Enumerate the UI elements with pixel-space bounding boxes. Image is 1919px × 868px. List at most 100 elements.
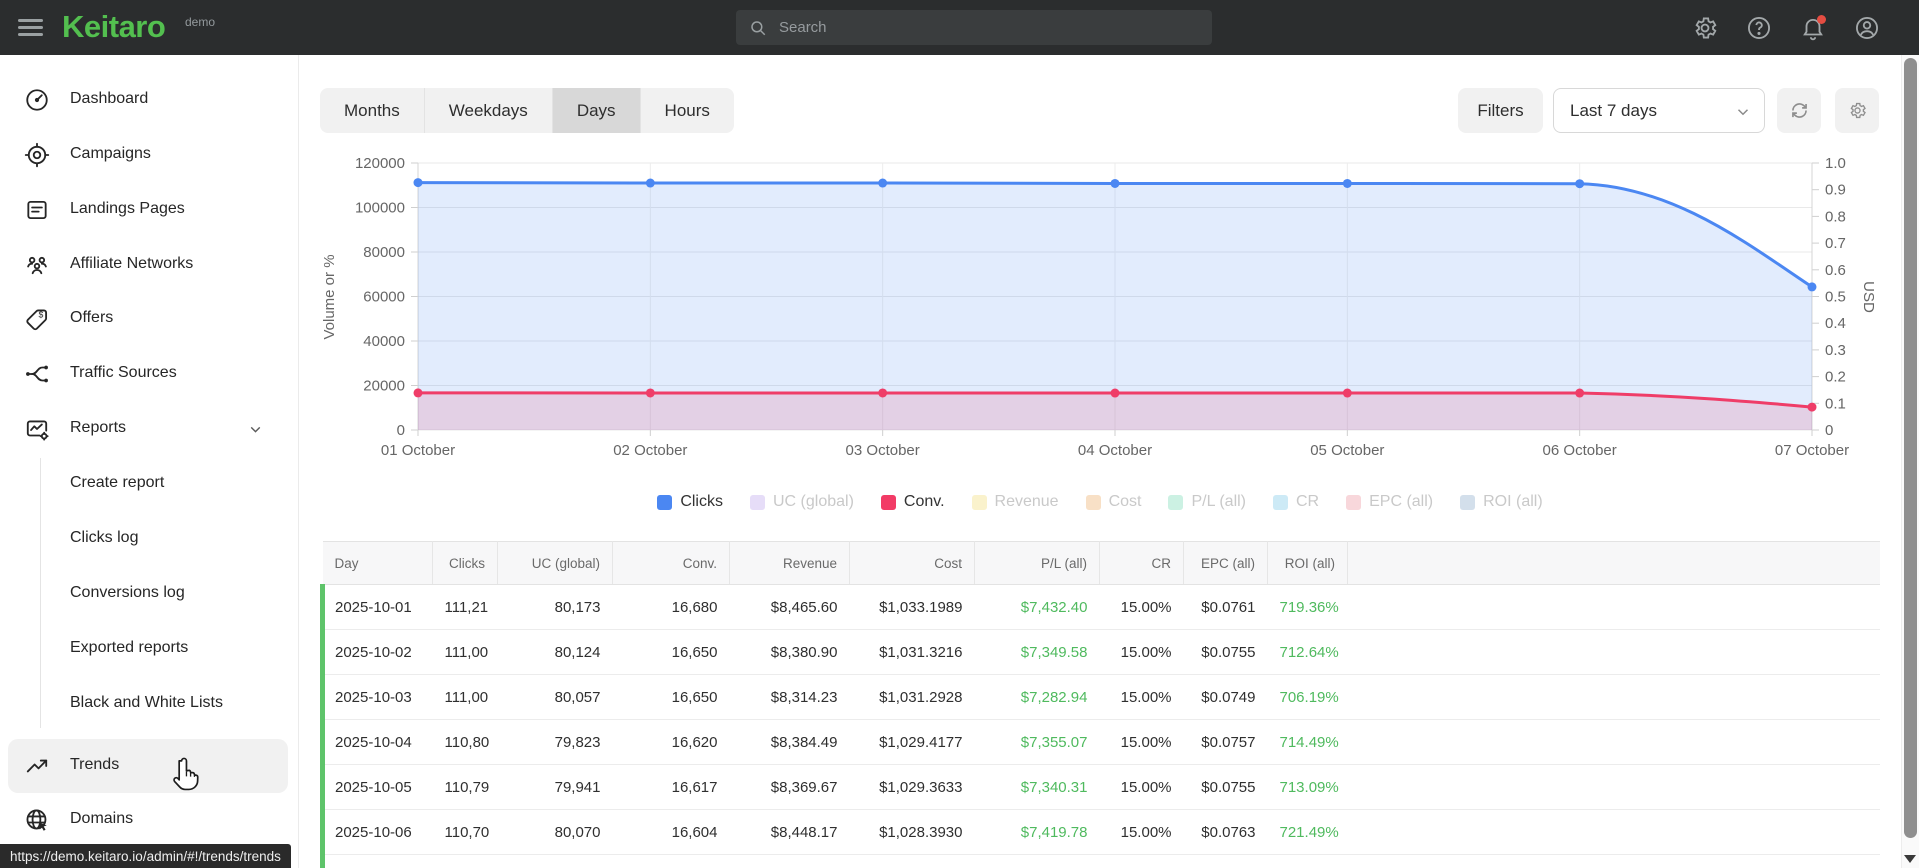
cell-revenue: $8,448.17 bbox=[729, 809, 850, 855]
sidebar-item-label: Clicks log bbox=[70, 529, 139, 546]
legend-item-epc-all-[interactable]: EPC (all) bbox=[1346, 493, 1433, 511]
environment-badge: demo bbox=[185, 15, 216, 29]
search-input[interactable] bbox=[777, 18, 1212, 37]
legend-item-clicks[interactable]: Clicks bbox=[657, 493, 723, 511]
legend-item-uc-global-[interactable]: UC (global) bbox=[749, 493, 854, 511]
cell-p-l-all-: $7,419.78 bbox=[974, 809, 1100, 855]
svg-text:0.9: 0.9 bbox=[1825, 182, 1846, 199]
date-range-select[interactable]: Last 7 days bbox=[1553, 88, 1765, 133]
tab-hours[interactable]: Hours bbox=[641, 88, 734, 133]
sidebar-item-label: Traffic Sources bbox=[70, 364, 177, 381]
svg-text:Volume or %: Volume or % bbox=[321, 254, 338, 339]
notification-dot bbox=[1817, 14, 1826, 24]
table-row: 2025-10-05 110,79 79,941 16,617 $8,369.67 $1,… bbox=[320, 764, 1880, 810]
date-range-value: Last 7 days bbox=[1570, 100, 1657, 120]
clicks-point bbox=[645, 178, 655, 188]
chart-settings-button[interactable] bbox=[1835, 88, 1879, 133]
sidebar-item-dashboard[interactable]: Dashboard bbox=[0, 73, 298, 127]
sidebar-item-clicks-log[interactable]: Clicks log bbox=[0, 512, 298, 566]
svg-text:0.7: 0.7 bbox=[1825, 235, 1846, 252]
vertical-scrollbar-thumb[interactable] bbox=[1904, 58, 1917, 838]
user-icon[interactable] bbox=[1853, 14, 1881, 42]
cell-revenue: $8,465.60 bbox=[729, 584, 850, 630]
sidebar-item-label: Domains bbox=[70, 810, 134, 827]
column-header-roi-all-: ROI (all) bbox=[1267, 541, 1348, 585]
hamburger-menu-button[interactable] bbox=[18, 15, 44, 39]
cell-conv-: 16,650 bbox=[612, 629, 730, 675]
sidebar-item-black-and-white-lists[interactable]: Black and White Lists bbox=[0, 677, 298, 731]
cell-conv-: 16,617 bbox=[612, 764, 730, 810]
cell-conv-: 16,620 bbox=[612, 719, 730, 765]
svg-text:1.0: 1.0 bbox=[1825, 155, 1846, 172]
sidebar-item-label: Landings Pages bbox=[70, 200, 185, 217]
reports-icon bbox=[24, 416, 50, 442]
conv--area bbox=[418, 392, 1812, 430]
legend-item-roi-all-[interactable]: ROI (all) bbox=[1460, 493, 1543, 511]
clicks-point bbox=[1807, 282, 1817, 292]
cell-clicks: 11,40 bbox=[432, 854, 498, 868]
legend-item-revenue[interactable]: Revenue bbox=[971, 493, 1059, 511]
cell-uc-global-: 80,070 bbox=[497, 809, 613, 855]
sidebar-item-create-report[interactable]: Create report bbox=[0, 457, 298, 511]
tab-months[interactable]: Months bbox=[320, 88, 425, 133]
legend-item-conv-[interactable]: Conv. bbox=[880, 493, 945, 511]
legend-swatch bbox=[971, 494, 987, 510]
cell-epc-all-: $0.0757 bbox=[1183, 719, 1268, 765]
legend-item-cost[interactable]: Cost bbox=[1085, 493, 1141, 511]
sidebar-item-campaigns[interactable]: Campaigns bbox=[0, 128, 298, 182]
legend-swatch bbox=[1168, 494, 1184, 510]
refresh-icon bbox=[1791, 103, 1807, 118]
filters-button[interactable]: Filters bbox=[1458, 88, 1543, 133]
table-row: 2025-10-0711,4011,4572,441$1,222.24$707.… bbox=[320, 854, 1880, 868]
sidebar-item-landings-pages[interactable]: Landings Pages bbox=[0, 183, 298, 237]
tab-weekdays[interactable]: Weekdays bbox=[425, 88, 553, 133]
column-header-filler bbox=[1347, 541, 1880, 585]
sidebar-item-affiliate-networks[interactable]: Affiliate Networks bbox=[0, 238, 298, 292]
sidebar-item-label: Trends bbox=[70, 756, 120, 773]
sidebar-item-reports[interactable]: Reports bbox=[0, 402, 298, 456]
keitaro-logo[interactable]: Keitaro bbox=[62, 9, 166, 45]
column-header-cost: Cost bbox=[849, 541, 975, 585]
cell-epc-all-: $0.0749 bbox=[1183, 674, 1268, 720]
sidebar-item-exported-reports[interactable]: Exported reports bbox=[0, 622, 298, 676]
cell-p-l-all-: $7,349.58 bbox=[974, 629, 1100, 675]
cell-clicks: 110,79 bbox=[432, 764, 498, 810]
cell-cr: 15.00% bbox=[1099, 674, 1184, 720]
sidebar-item-trends[interactable]: Trends bbox=[8, 739, 288, 793]
table-row: 2025-10-01 111,21 80,173 16,680 $8,465.60 $1,… bbox=[320, 584, 1880, 630]
chart-legend: Clicks UC (global) Conv. Revenue Cost P/L (al… bbox=[320, 489, 1880, 515]
help-icon[interactable] bbox=[1745, 14, 1773, 42]
settings-gear-icon[interactable] bbox=[1691, 14, 1719, 42]
bell-icon[interactable] bbox=[1799, 14, 1827, 42]
cell-roi-all-: 713.09% bbox=[1267, 764, 1348, 810]
sidebar-item-offers[interactable]: $ Offers bbox=[0, 292, 298, 346]
sidebar-item-traffic-sources[interactable]: Traffic Sources bbox=[0, 347, 298, 401]
svg-text:120000: 120000 bbox=[355, 155, 405, 172]
cell-cr: 15.00% bbox=[1099, 719, 1184, 765]
cell-revenue: $8,384.49 bbox=[729, 719, 850, 765]
cell-epc-all-: $0.0746 bbox=[1183, 854, 1268, 868]
legend-item-cr[interactable]: CR bbox=[1273, 493, 1319, 511]
gear-icon bbox=[1850, 102, 1866, 119]
traffic-sources-icon bbox=[24, 361, 50, 387]
refresh-button[interactable] bbox=[1777, 88, 1821, 133]
cell-cr: 15.00% bbox=[1099, 809, 1184, 855]
cell-clicks: 111,00 bbox=[432, 629, 498, 675]
trends-icon bbox=[24, 753, 50, 779]
clicks-point bbox=[1110, 178, 1120, 188]
chevron-down-icon bbox=[247, 421, 264, 443]
legend-item-p-l-all-[interactable]: P/L (all) bbox=[1168, 493, 1246, 511]
sidebar-item-domains[interactable]: Domains bbox=[0, 793, 298, 847]
cell-cost: $707.0909 bbox=[849, 854, 975, 868]
cell-epc-all-: $0.0755 bbox=[1183, 764, 1268, 810]
legend-label: EPC (all) bbox=[1369, 493, 1434, 510]
tab-days[interactable]: Days bbox=[552, 88, 641, 133]
column-header-revenue: Revenue bbox=[729, 541, 850, 585]
scrollbar-down-arrow[interactable] bbox=[1904, 855, 1916, 863]
svg-text:80000: 80000 bbox=[363, 244, 405, 261]
legend-label: Conv. bbox=[903, 493, 945, 510]
svg-text:USD: USD bbox=[1860, 281, 1877, 313]
cell-revenue: $1,222.24 bbox=[729, 854, 850, 868]
legend-swatch bbox=[1460, 494, 1476, 510]
sidebar-item-conversions-log[interactable]: Conversions log bbox=[0, 567, 298, 621]
